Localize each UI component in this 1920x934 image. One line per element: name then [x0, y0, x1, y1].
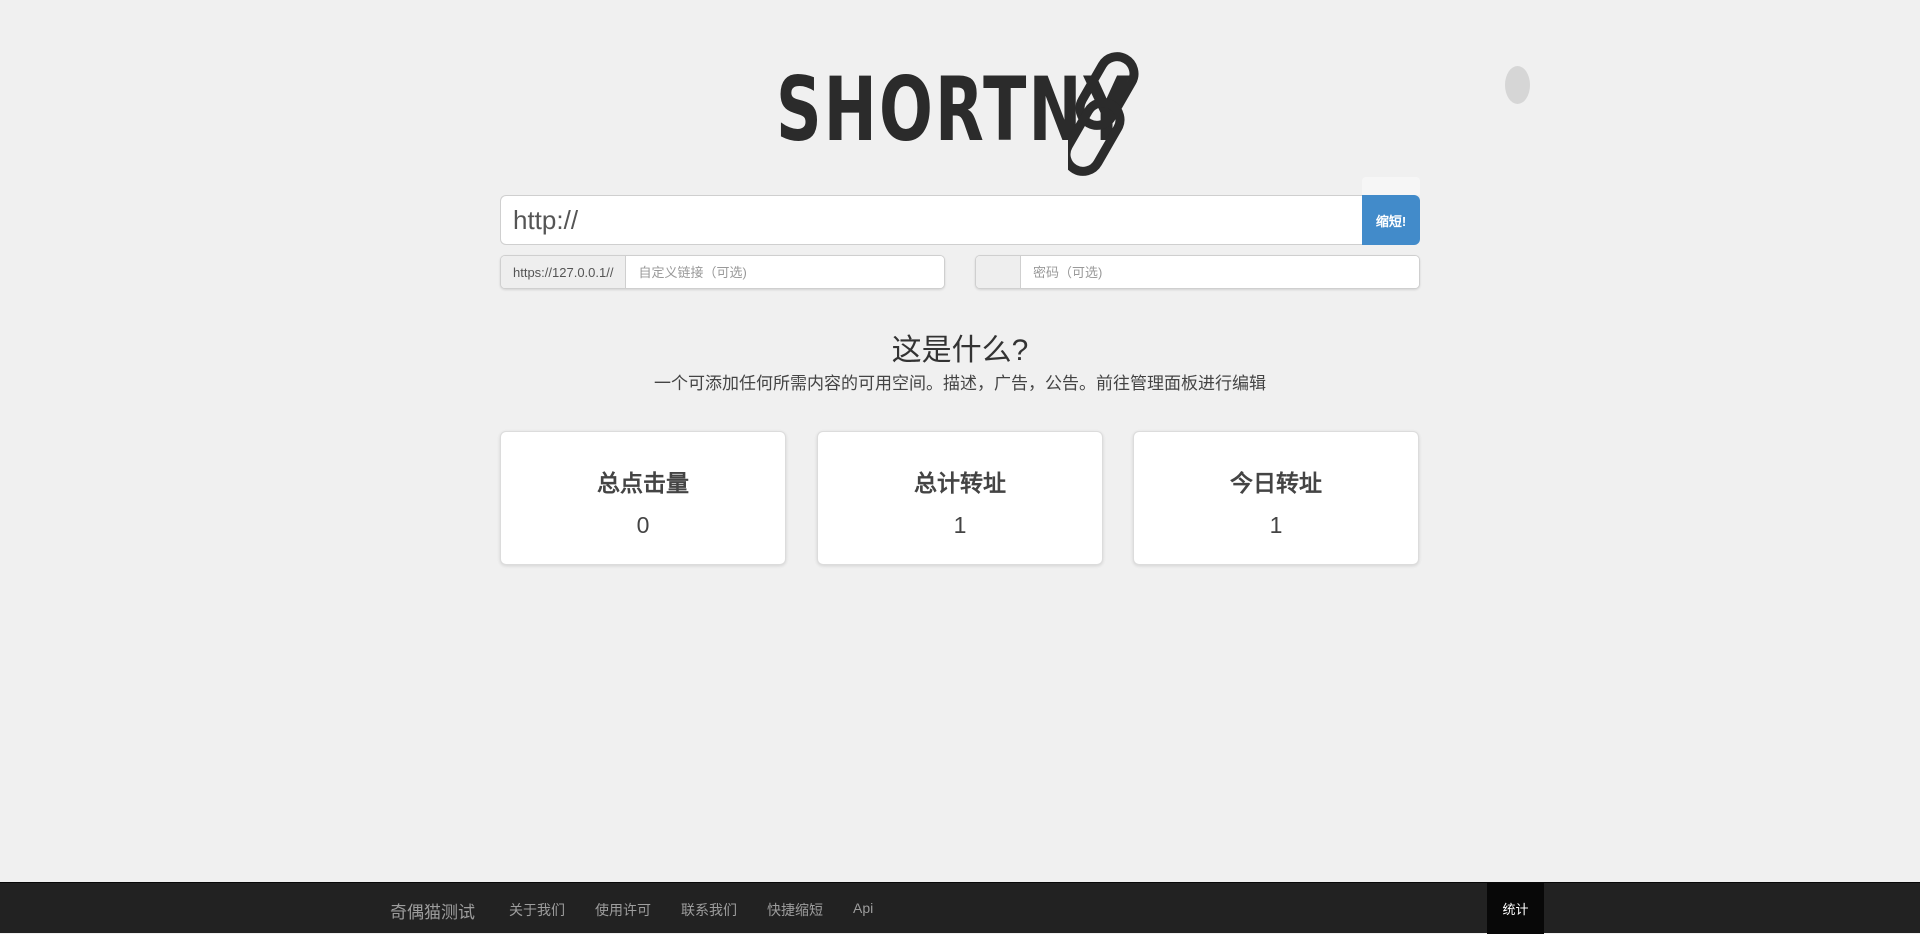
stat-card-total-urls: 总计转址 1: [817, 431, 1103, 565]
stat-card-total-clicks: 总点击量 0: [500, 431, 786, 565]
footer-link-contact[interactable]: 联系我们: [681, 900, 737, 920]
long-url-input[interactable]: [500, 195, 1363, 245]
stat-value: 1: [953, 512, 967, 538]
footer-link-api[interactable]: Api: [853, 900, 873, 916]
lock-icon: [976, 256, 1021, 288]
about-description: 一个可添加任何所需内容的可用空间。描述，广告，公告。前往管理面板进行编辑: [654, 374, 1266, 393]
domain-prefix: https://127.0.0.1//: [501, 256, 627, 288]
custom-alias-input[interactable]: [626, 256, 944, 288]
custom-alias-group: https://127.0.0.1//: [500, 255, 945, 289]
chain-link-icon: [1068, 52, 1139, 176]
stat-value: 0: [636, 512, 650, 538]
footer-link-bookmarklet[interactable]: 快捷缩短: [767, 900, 823, 920]
stat-value: 1: [1269, 512, 1283, 538]
user-avatar[interactable]: [1505, 66, 1530, 104]
about-title: 这是什么?: [891, 334, 1029, 367]
stats-button[interactable]: 统计: [1487, 883, 1544, 934]
password-input[interactable]: [1021, 256, 1419, 288]
stat-label: 总点击量: [597, 470, 689, 496]
footer-link-about[interactable]: 关于我们: [509, 900, 565, 920]
footer-brand[interactable]: 奇偶猫测试: [390, 898, 475, 923]
shorten-button[interactable]: 缩短!: [1362, 195, 1420, 245]
button-tab-decoration: [1362, 177, 1420, 195]
password-group: [975, 255, 1420, 289]
stat-label: 总计转址: [914, 470, 1006, 496]
stat-label: 今日转址: [1230, 470, 1322, 496]
footer-navbar: 奇偶猫测试 关于我们 使用许可 联系我们 快捷缩短 Api 统计: [0, 882, 1920, 934]
shorten-form: 缩短!: [500, 177, 1420, 245]
footer-link-terms[interactable]: 使用许可: [595, 900, 651, 920]
stat-card-today-urls: 今日转址 1: [1133, 431, 1419, 565]
site-logo[interactable]: SHORTNY: [770, 44, 1150, 180]
